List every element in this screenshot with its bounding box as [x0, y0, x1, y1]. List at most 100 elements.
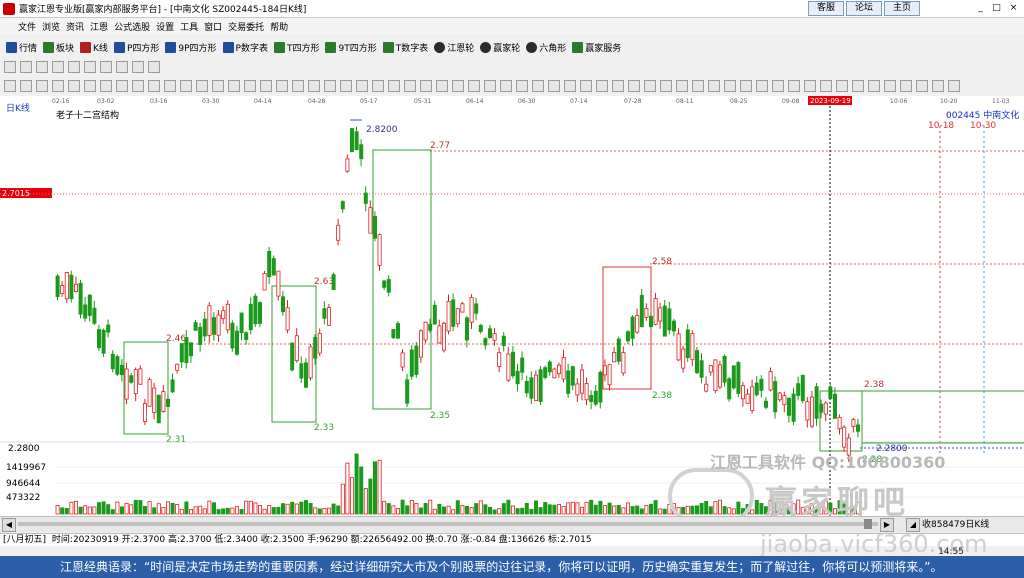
chart-tool-40-icon[interactable] — [628, 80, 640, 92]
chart-tool-55-icon[interactable] — [868, 80, 880, 92]
chart-tool-12-icon[interactable] — [180, 80, 192, 92]
chart-tool-52-icon[interactable] — [820, 80, 832, 92]
minimize-button[interactable]: _ — [974, 2, 987, 14]
chart-tool-15-icon[interactable] — [228, 80, 240, 92]
chart-tool-39-icon[interactable] — [612, 80, 624, 92]
chart-tool-19-icon[interactable] — [292, 80, 304, 92]
forum-link[interactable]: 论坛 — [846, 1, 882, 16]
chart-tool-28-icon[interactable] — [436, 80, 448, 92]
chart-tool-45-icon[interactable] — [708, 80, 720, 92]
chart-tool-60-icon[interactable] — [948, 80, 960, 92]
chart-tool-33-icon[interactable] — [516, 80, 528, 92]
chart-tool-59-icon[interactable] — [932, 80, 944, 92]
chart-tool-4-icon[interactable] — [52, 80, 64, 92]
hexagon-button[interactable]: 六角形 — [526, 41, 566, 54]
menu-formula[interactable]: 公式选股 — [114, 20, 150, 33]
chart-tool-30-icon[interactable] — [468, 80, 480, 92]
menu-trade[interactable]: 交易委托 — [228, 20, 264, 33]
chart-tool-47-icon[interactable] — [740, 80, 752, 92]
chart-tool-58-icon[interactable] — [916, 80, 928, 92]
chart-tool-3-icon[interactable] — [36, 80, 48, 92]
chart-tool-38-icon[interactable] — [596, 80, 608, 92]
chart-tool-26-icon[interactable] — [404, 80, 416, 92]
chart-tool-2-icon[interactable] — [20, 80, 32, 92]
chart-tool-16-icon[interactable] — [244, 80, 256, 92]
scroll-thumb[interactable] — [864, 519, 872, 529]
chart-tool-37-icon[interactable] — [580, 80, 592, 92]
chart-tool-7-icon[interactable] — [100, 80, 112, 92]
chart-tool-48-icon[interactable] — [756, 80, 768, 92]
chart-tool-42-icon[interactable] — [660, 80, 672, 92]
draw-tool-4-icon[interactable] — [52, 61, 64, 73]
chart-tool-5-icon[interactable] — [68, 80, 80, 92]
gann-wheel-button[interactable]: 江恩轮 — [434, 41, 474, 54]
chart-tool-20-icon[interactable] — [308, 80, 320, 92]
chart-tool-41-icon[interactable] — [644, 80, 656, 92]
menu-browse[interactable]: 浏览 — [42, 20, 60, 33]
menu-window[interactable]: 窗口 — [204, 20, 222, 33]
chart-tool-6-icon[interactable] — [84, 80, 96, 92]
chart-tool-24-icon[interactable] — [372, 80, 384, 92]
chart-tool-21-icon[interactable] — [324, 80, 336, 92]
maximize-button[interactable]: □ — [990, 2, 1003, 14]
menu-settings[interactable]: 设置 — [156, 20, 174, 33]
chart-tool-43-icon[interactable] — [676, 80, 688, 92]
chart-tool-29-icon[interactable] — [452, 80, 464, 92]
menu-tools[interactable]: 工具 — [180, 20, 198, 33]
chart-tool-32-icon[interactable] — [500, 80, 512, 92]
p-table-button[interactable]: P数字表 — [222, 41, 268, 54]
chart-tool-44-icon[interactable] — [692, 80, 704, 92]
chart-tool-36-icon[interactable] — [564, 80, 576, 92]
chart-tool-22-icon[interactable] — [340, 80, 352, 92]
p-square-button[interactable]: P四方形 — [113, 41, 159, 54]
chart-tool-49-icon[interactable] — [772, 80, 784, 92]
chart-tool-34-icon[interactable] — [532, 80, 544, 92]
scroll-left-icon[interactable]: ◀ — [2, 518, 16, 532]
draw-tool-9-icon[interactable] — [132, 61, 144, 73]
chart-tool-13-icon[interactable] — [196, 80, 208, 92]
draw-tool-3-icon[interactable] — [36, 61, 48, 73]
quotes-button[interactable]: 行情 — [6, 41, 37, 54]
menu-news[interactable]: 资讯 — [66, 20, 84, 33]
chart-tool-27-icon[interactable] — [420, 80, 432, 92]
draw-tool-2-icon[interactable] — [20, 61, 32, 73]
menu-help[interactable]: 帮助 — [270, 20, 288, 33]
chart-tool-54-icon[interactable] — [852, 80, 864, 92]
draw-tool-6-icon[interactable] — [84, 61, 96, 73]
draw-tool-1-icon[interactable] — [4, 61, 16, 73]
chart-tool-31-icon[interactable] — [484, 80, 496, 92]
chart-tool-14-icon[interactable] — [212, 80, 224, 92]
draw-tool-8-icon[interactable] — [116, 61, 128, 73]
9p-square-button[interactable]: 9P四方形 — [165, 41, 217, 54]
sector-button[interactable]: 板块 — [43, 41, 74, 54]
draw-tool-7-icon[interactable] — [100, 61, 112, 73]
chart-tool-57-icon[interactable] — [900, 80, 912, 92]
service-link[interactable]: 客服 — [808, 1, 844, 16]
9t-square-button[interactable]: 9T四方形 — [325, 41, 377, 54]
chart-tool-35-icon[interactable] — [548, 80, 560, 92]
menu-file[interactable]: 文件 — [18, 20, 36, 33]
chart-tool-9-icon[interactable] — [132, 80, 144, 92]
chart-tool-50-icon[interactable] — [788, 80, 800, 92]
winner-wheel-button[interactable]: 赢家轮 — [480, 41, 520, 54]
chart-tool-53-icon[interactable] — [836, 80, 848, 92]
chart-tool-8-icon[interactable] — [116, 80, 128, 92]
kline-button[interactable]: K线 — [80, 41, 108, 54]
homepage-link[interactable]: 主页 — [884, 1, 920, 16]
chart-tool-17-icon[interactable] — [260, 80, 272, 92]
menu-gann[interactable]: 江恩 — [90, 20, 108, 33]
chart-tool-10-icon[interactable] — [148, 80, 160, 92]
chart-tool-56-icon[interactable] — [884, 80, 896, 92]
chart-tool-1-icon[interactable] — [4, 80, 16, 92]
winner-service-button[interactable]: 赢家服务 — [572, 41, 621, 54]
chart-tool-46-icon[interactable] — [724, 80, 736, 92]
t-square-button[interactable]: T四方形 — [273, 41, 319, 54]
chart-tool-23-icon[interactable] — [356, 80, 368, 92]
chart-tool-51-icon[interactable] — [804, 80, 816, 92]
chart-tool-18-icon[interactable] — [276, 80, 288, 92]
draw-tool-5-icon[interactable] — [68, 61, 80, 73]
t-table-button[interactable]: T数字表 — [382, 41, 428, 54]
scroll-track[interactable] — [18, 522, 878, 526]
chart-tool-25-icon[interactable] — [388, 80, 400, 92]
draw-tool-10-icon[interactable] — [148, 61, 160, 73]
